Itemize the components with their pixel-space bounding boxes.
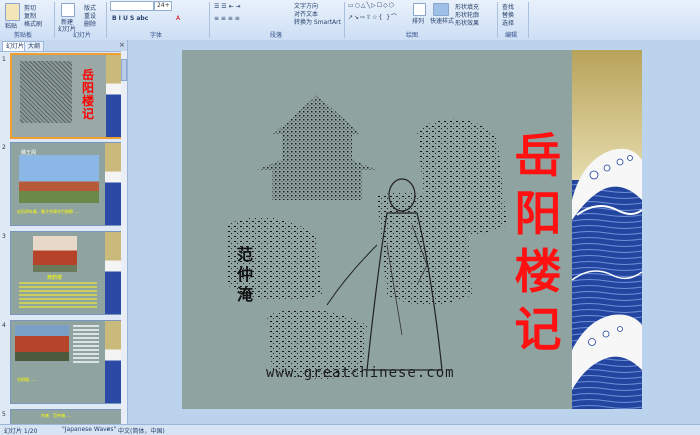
wave-svg [572,50,642,409]
thumb-wave [105,143,121,225]
thumb-caption: 岳阳楼…… [17,377,37,382]
slide-1[interactable]: 范仲淹 www.greatchinese.com 岳阳楼记 [182,50,642,409]
font-format-buttons[interactable]: B I U S abc [112,15,148,22]
slides-group-label: 幻灯片 [73,32,92,39]
panel-tabs: 幻灯片 大纲 × [0,40,127,52]
scrollbar-thumb[interactable] [121,59,127,81]
slide-thumbnail-1[interactable]: 岳阳楼记 [10,53,124,139]
thumb-text-block [19,282,97,308]
shapes-gallery[interactable]: ▭○△╲▷☐◇⬡ [348,2,395,9]
font-group-label: 字体 [150,32,163,39]
signature-text: 范仲淹 [237,245,254,304]
ribbon: 粘贴 剪切 复制 格式刷 剪贴板 新建 幻灯片 版式 重设 删除 幻灯片 24+… [0,0,700,41]
thumb-photo [15,325,69,361]
separator [528,2,529,38]
shape-effect-button[interactable]: 形状效果 [455,18,479,27]
editing-group-label: 编辑 [505,32,518,39]
slide-number: 4 [2,322,6,329]
thumb-title: 岳阳楼记 [82,68,95,121]
paragraph-group-label: 段落 [270,32,283,39]
thumb-caption: 作者：范仲淹…… [41,413,73,418]
separator [106,2,107,38]
thumb-painting [20,61,72,123]
thumb-photo [33,236,77,272]
slide-thumbnail-2[interactable]: 滕王阁 庆历四年春，滕子京谪守巴陵郡…… [10,142,122,226]
new-slide-icon[interactable] [61,3,75,17]
quick-styles-button[interactable]: 快速样式 [430,16,454,25]
close-panel-icon[interactable]: × [119,41,125,49]
slide-number: 1 [2,56,6,63]
separator [497,2,498,38]
align-buttons[interactable]: ≡ ≡ ≡ ≡ [214,15,240,22]
clipboard-group-label: 剪贴板 [14,32,33,39]
slide-thumbnail-3[interactable]: 黄鹤楼 [10,231,122,315]
separator [209,2,210,38]
quick-styles-icon[interactable] [433,3,449,16]
paste-icon[interactable] [5,3,20,21]
painting-image [227,75,512,395]
panel-scrollbar[interactable] [121,51,127,424]
arrange-icon[interactable] [413,3,426,16]
thumb-title: 黄鹤楼 [47,275,63,281]
thumb-photo [19,155,99,203]
slide-canvas: 范仲淹 www.greatchinese.com 岳阳楼记 [128,40,700,424]
thumb-wave [105,232,121,314]
font-name-box[interactable] [110,1,154,11]
slide-number: 5 [2,411,6,418]
slide-number: 2 [2,144,6,151]
smartart-button[interactable]: 转换为 SmartArt [294,17,341,26]
thumb-caption: 庆历四年春，滕子京谪守巴陵郡…… [17,209,81,214]
painting-svg [227,95,507,379]
status-bar: 幻灯片 1/20 "Japanese Waves" ✓ 中文(简体，中国) [0,424,700,435]
thumb-wave [105,321,121,403]
spellcheck-icon[interactable]: ✓ [106,426,111,433]
slide-thumbnail-5[interactable]: 作者：范仲淹…… [10,409,122,425]
paste-button[interactable]: 粘贴 [5,21,17,30]
slide-title: 岳阳楼记 [514,129,562,358]
watermark-text: www.greatchinese.com [266,365,455,381]
select-button[interactable]: 选择 [502,18,514,27]
shapes-gallery-row2[interactable]: ↗↘⇨⇧☆{ }⌒ [348,12,398,21]
slide-number: 3 [2,233,6,240]
separator [344,2,345,38]
slide-thumbnail-4[interactable]: 岳阳楼…… [10,320,122,404]
drawing-group-label: 绘图 [406,32,419,39]
delete-button[interactable]: 删除 [84,19,96,28]
slides-panel: 幻灯片 大纲 × 1 岳阳楼记 2 滕王阁 庆历四年春，滕子京谪守巴陵郡…… 3… [0,40,128,425]
separator [54,2,55,38]
font-color-icon[interactable]: A [176,15,180,22]
tab-outline[interactable]: 大纲 [24,41,45,51]
thumb-wave [106,55,122,137]
arrange-button[interactable]: 排列 [412,16,424,25]
thumb-text-block [73,325,99,365]
bullet-list-icon[interactable]: ☰ ☰ ⇤ ⇥ [214,3,241,10]
wave-decoration [572,50,642,409]
format-painter-button[interactable]: 格式刷 [24,19,42,28]
font-size-box[interactable]: 24+ [154,1,172,11]
